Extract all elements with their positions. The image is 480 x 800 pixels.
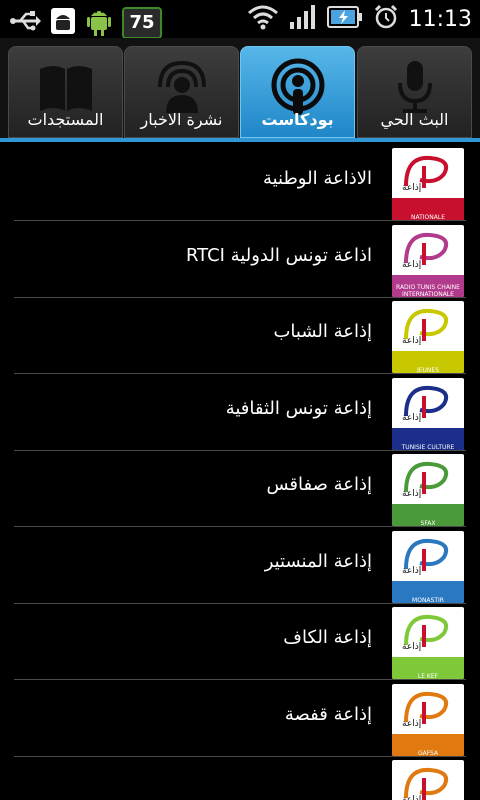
signal-icon: [289, 4, 317, 34]
tab-live-broadcast[interactable]: البث الحي: [357, 46, 472, 138]
station-row[interactable]: إذاعة TUNISIE CULTURE إذاعة تونس الثقافية: [14, 374, 466, 451]
tab-updates[interactable]: المستجدات: [8, 46, 123, 138]
clock-time: 11:13: [408, 6, 472, 32]
station-name: إذاعة تونس الثقافية: [225, 397, 372, 419]
svg-text:إذاعة: إذاعة: [402, 719, 421, 728]
svg-text:إذاعة: إذاعة: [402, 260, 421, 269]
station-row[interactable]: إذاعة JEUNES إذاعة الشباب: [14, 297, 466, 374]
station-name: إذاعة الشباب: [273, 321, 372, 342]
station-logo: إذاعة JEUNES: [392, 301, 464, 373]
svg-text:إذاعة: إذاعة: [402, 489, 421, 498]
station-list[interactable]: إذاعة NATIONALE الاذاعة الوطنية إذاعة RADIO …: [0, 142, 480, 800]
svg-text:إذاعة: إذاعة: [402, 566, 421, 575]
logo-subtitle: JEUNES: [416, 367, 440, 373]
logo-subtitle: TUNISIE CULTURE: [401, 443, 455, 450]
station-logo: إذاعة: [392, 760, 464, 800]
book-icon: [36, 57, 96, 117]
station-row[interactable]: إذاعة: [14, 756, 466, 800]
radio-logo-mark-icon: إذاعة: [402, 232, 449, 269]
android-icon: [84, 4, 114, 42]
radio-logo-mark-icon: إذاعة: [402, 538, 449, 575]
radio-logo-mark-icon: إذاعة: [402, 461, 449, 498]
station-logo: إذاعة TUNISIE CULTURE: [392, 377, 464, 450]
tab-podcast[interactable]: بودكاست: [240, 46, 355, 138]
station-name: الاذاعة الوطنية: [262, 168, 372, 189]
usb-icon: [8, 8, 42, 38]
station-row[interactable]: إذاعة SFAX إذاعة صفاقس: [14, 450, 466, 527]
station-logo: إذاعة RADIO TUNIS CHAINE INTERNATIONALE: [392, 224, 464, 297]
radio-logo-mark-icon: إذاعة: [402, 767, 449, 800]
microphone-icon: [385, 57, 445, 117]
svg-text:إذاعة: إذاعة: [402, 642, 421, 651]
svg-text:إذاعة: إذاعة: [402, 795, 421, 800]
station-logo: إذاعة SFAX: [392, 454, 464, 526]
radio-logo-mark-icon: إذاعة: [402, 155, 449, 192]
broadcast-person-icon: [152, 57, 212, 117]
station-name: إذاعة قفصة: [284, 703, 372, 725]
radio-logo-mark-icon: إذاعة: [402, 308, 449, 345]
station-name: إذاعة الكاف: [283, 627, 372, 648]
battery-charging-icon: [326, 4, 363, 34]
station-logo: إذاعة MONASTIR: [392, 530, 464, 603]
battery-level-badge: 75: [122, 7, 162, 39]
radio-logo-mark-icon: إذاعة: [402, 385, 449, 422]
android-debug-icon: [50, 7, 76, 39]
podcast-icon: [268, 57, 328, 117]
station-logo: إذاعة NATIONALE: [392, 148, 464, 220]
status-bar: 75 11:13: [0, 0, 480, 39]
station-row[interactable]: إذاعة LE KEF إذاعة الكاف: [14, 603, 466, 680]
station-row[interactable]: إذاعة MONASTIR إذاعة المنستير: [14, 527, 466, 604]
station-logo: إذاعة LE KEF: [392, 607, 464, 679]
radio-logo-mark-icon: إذاعة: [402, 691, 449, 728]
wifi-icon: [247, 4, 279, 34]
tab-label: المستجدات: [27, 110, 104, 129]
svg-text:إذاعة: إذاعة: [402, 413, 421, 422]
logo-subtitle: RADIO TUNIS CHAINE INTERNATIONALE: [396, 283, 460, 297]
station-row[interactable]: إذاعة GAFSA إذاعة قفصة: [14, 680, 466, 757]
tab-bar: البث الحي بودكاست نشرة الاخبار المستجدات: [0, 38, 480, 140]
tab-news-bulletin[interactable]: نشرة الاخبار: [124, 46, 239, 138]
logo-subtitle: NATIONALE: [410, 214, 445, 220]
station-name: إذاعة صفاقس: [266, 474, 372, 495]
logo-subtitle: SFAX: [420, 520, 436, 526]
station-row[interactable]: إذاعة NATIONALE الاذاعة الوطنية: [14, 144, 466, 221]
logo-subtitle: LE KEF: [417, 673, 439, 679]
station-logo: إذاعة GAFSA: [392, 683, 464, 756]
logo-subtitle: MONASTIR: [412, 596, 444, 603]
tab-label: نشرة الاخبار: [140, 110, 223, 129]
station-name: اذاعة تونس الدولية RTCI: [185, 244, 372, 266]
svg-text:إذاعة: إذاعة: [402, 336, 421, 345]
logo-subtitle: GAFSA: [417, 749, 439, 756]
station-name: إذاعة المنستير: [264, 550, 372, 572]
svg-text:إذاعة: إذاعة: [402, 183, 421, 192]
alarm-clock-icon: [373, 4, 399, 34]
tab-label: البث الحي: [380, 110, 449, 129]
station-row[interactable]: إذاعة RADIO TUNIS CHAINE INTERNATIONALE اذ…: [14, 221, 466, 298]
tab-label: بودكاست: [261, 110, 334, 129]
radio-logo-mark-icon: إذاعة: [402, 614, 449, 651]
